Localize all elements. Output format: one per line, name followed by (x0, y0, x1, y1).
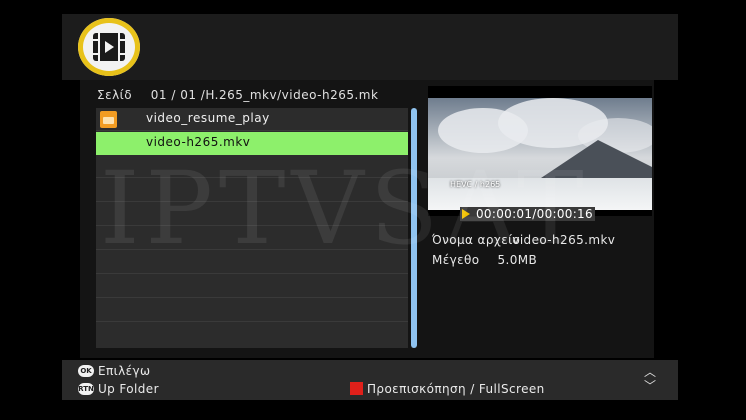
file-name-row: Όνομα αρχείοvideo-h265.mkv (432, 233, 615, 247)
file-list: video_resume_play video-h265.mkv (96, 108, 408, 348)
list-item-label: video_resume_play (146, 111, 270, 125)
video-player-icon (93, 33, 125, 61)
list-item-empty (96, 227, 408, 250)
list-item-empty (96, 323, 408, 346)
list-item-empty (96, 251, 408, 274)
list-item-empty (96, 155, 408, 178)
folder-icon (100, 111, 117, 128)
list-item-selected[interactable]: video-h265.mkv (96, 132, 408, 155)
media-player-logo (78, 18, 140, 76)
playback-time-text: 00:00:01/00:00:16 (476, 207, 593, 221)
list-item-folder[interactable]: video_resume_play (96, 108, 408, 131)
scrollbar-thumb[interactable] (411, 108, 417, 348)
file-size-label: Μέγεθο (432, 253, 480, 267)
video-preview[interactable]: HEVC / h265 (428, 86, 652, 216)
file-name-label: Όνομα αρχείο (432, 233, 521, 247)
list-item-empty (96, 299, 408, 322)
preview-fullscreen-hint[interactable]: Προεπισκόπηση / FullScreen (367, 382, 545, 396)
ok-hint[interactable]: Επιλέγω (98, 364, 150, 378)
chevron-down-icon[interactable]: ﹀ (644, 377, 656, 394)
list-item-empty (96, 275, 408, 298)
file-name-value: video-h265.mkv (512, 233, 616, 247)
breadcrumb: Σελίδ 01 / 01 /H.265_mkv/video-h265.mk (97, 88, 379, 102)
file-size-value: 5.0MB (497, 253, 538, 267)
up-folder-hint[interactable]: Up Folder (98, 382, 159, 396)
codec-overlay: HEVC / h265 (450, 180, 501, 189)
list-item-empty (96, 203, 408, 226)
page-current: 01 (150, 88, 168, 102)
header-bar (62, 14, 678, 80)
list-item-label: video-h265.mkv (146, 135, 251, 149)
list-item-empty (96, 179, 408, 202)
play-icon (462, 209, 470, 219)
page-total: 01 (180, 88, 197, 102)
file-size-row: Μέγεθο 5.0MB (432, 253, 537, 267)
ok-key-icon: OK (78, 365, 94, 377)
red-key-icon (350, 382, 363, 395)
rtn-key-icon: RTN (78, 383, 94, 395)
playback-time: 00:00:01/00:00:16 (460, 207, 595, 221)
current-path: /H.265_mkv/video-h265.mk (200, 88, 379, 102)
page-label: Σελίδ (97, 88, 133, 102)
